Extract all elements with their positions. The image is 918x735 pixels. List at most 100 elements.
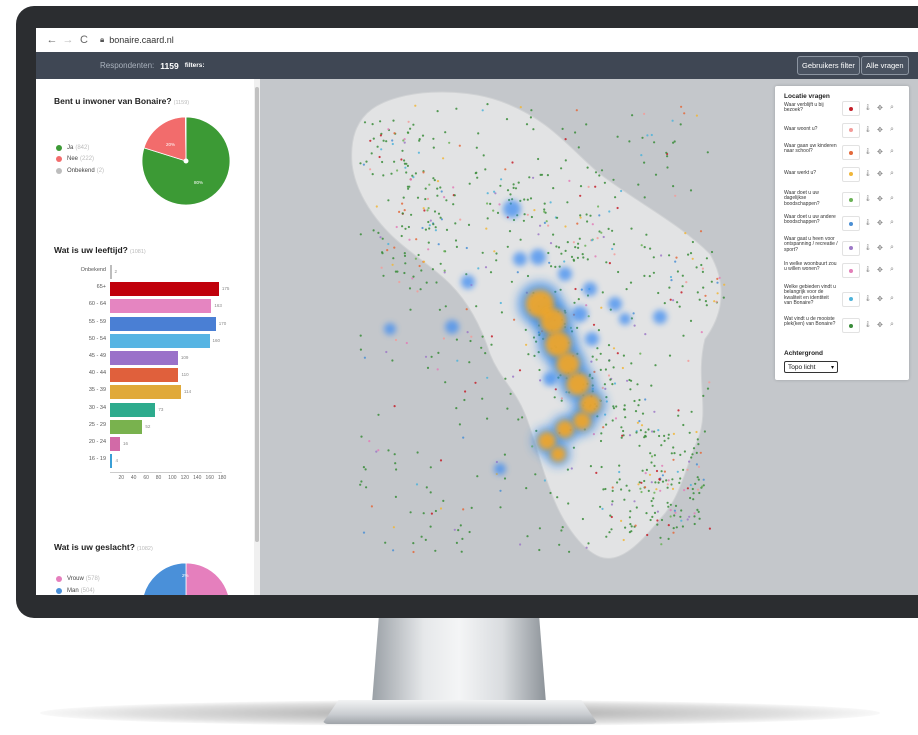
legend-item[interactable]: Nee (222) [56,156,94,162]
zoom-icon[interactable]: ⌕ [890,126,894,134]
bar[interactable] [110,282,219,297]
background-select-value: Topo licht [788,364,816,371]
location-question-label: Welke gebieden vindt u belangrijk voor d… [784,284,836,307]
color-toggle-button[interactable] [842,166,860,182]
bar[interactable] [110,454,113,469]
move-icon[interactable]: ✥ [877,244,883,252]
move-icon[interactable]: ✥ [877,104,883,112]
pie-slice-label: 20% [166,142,176,147]
residency-pie-chart [141,116,231,206]
color-toggle-button[interactable] [842,145,860,161]
legend-label: Nee [67,156,79,162]
bar-value-label: 4 [115,458,118,464]
zoom-icon[interactable]: ⌕ [890,219,894,227]
heatmap-icon[interactable]: 🌡︎ [864,104,872,111]
move-icon[interactable]: ✥ [877,295,883,303]
x-tick-label: 120 [180,475,189,482]
bar[interactable] [110,316,216,331]
move-icon[interactable]: ✥ [877,266,883,274]
bar[interactable] [110,419,143,434]
bar-value-label: 160 [212,337,221,343]
color-toggle-button[interactable] [842,318,860,334]
heatmap-icon[interactable]: 🌡︎ [864,266,872,273]
move-icon[interactable]: ✥ [877,219,883,227]
bar[interactable] [110,265,112,279]
color-toggle-button[interactable] [842,122,860,138]
bar[interactable] [110,368,179,383]
all-questions-button[interactable]: Alle vragen [861,56,909,75]
color-dot [849,128,853,133]
x-tick-label: 80 [155,475,162,482]
monitor-base [322,700,598,724]
color-toggle-button[interactable] [842,291,860,307]
color-toggle-button[interactable] [842,240,860,256]
move-icon[interactable]: ✥ [877,126,883,134]
color-toggle-button[interactable] [842,192,860,208]
color-toggle-button[interactable] [842,216,860,232]
legend-dot [56,145,62,151]
address-bar[interactable]: 🔒︎ bonaire.caard.nl [100,35,174,45]
heatmap-icon[interactable]: 🌡︎ [864,219,872,226]
legend-item[interactable]: Vrouw (578) [56,576,100,582]
monitor-stand [372,615,546,703]
legend-count: (2) [96,168,105,174]
pie-slice[interactable] [185,116,187,162]
bar[interactable] [110,351,178,365]
heatmap-icon[interactable]: 🌡︎ [864,244,872,251]
legend-count: (504) [80,588,95,594]
zoom-icon[interactable]: ⌕ [890,244,894,252]
heatmap-icon[interactable]: 🌡︎ [864,295,872,302]
background-select[interactable]: Topo licht ▾ [784,361,838,373]
color-toggle-button[interactable] [842,263,860,279]
zoom-icon[interactable]: ⌕ [890,195,894,203]
arrow-left-icon[interactable]: ← [44,34,60,46]
zoom-icon[interactable]: ⌕ [890,104,894,112]
question-title: Bent u inwoner van Bonaire? (1159) [54,96,189,106]
location-question-label: Waar werkt u? [784,170,817,176]
user-filter-button[interactable]: Gebruikers filter [797,56,860,75]
reload-icon[interactable]: C [76,34,92,46]
bar[interactable] [110,385,181,400]
bar-category-label: 30 - 34 [88,404,106,411]
respondents-count: 1159 [160,60,179,71]
heatmap-icon[interactable]: 🌡︎ [864,321,872,328]
color-toggle-button[interactable] [842,101,860,117]
move-icon[interactable]: ✥ [877,321,883,329]
bar-value-label: 114 [183,389,192,395]
scrollbar-thumb[interactable] [255,87,259,542]
sidebar: Bent u inwoner van Bonaire? (1159) Ja (842… [36,79,254,595]
screen: ← → C 🔒︎ bonaire.caard.nl Respondenten: … [36,28,918,595]
zoom-icon[interactable]: ⌕ [890,321,894,329]
x-tick-label: 160 [205,475,214,482]
zoom-icon[interactable]: ⌕ [890,266,894,274]
question-title: Wat is uw geslacht? (1082) [54,542,153,552]
zoom-icon[interactable]: ⌕ [890,170,894,178]
question-count: (1082) [136,546,153,552]
question-count: (1081) [129,249,146,255]
bar[interactable] [110,437,120,451]
move-icon[interactable]: ✥ [877,148,883,156]
arrow-right-icon[interactable]: → [60,34,76,46]
pie-slice[interactable] [142,562,187,595]
respondents-label: Respondenten: [100,61,155,70]
legend-item[interactable]: Ja (842) [56,145,89,151]
location-questions-panel: Locatie vragen Waar verblijft u bij bezo… [775,86,909,380]
legend-item[interactable]: Onbekend (2) [56,168,104,174]
heatmap-icon[interactable]: 🌡︎ [864,126,872,133]
zoom-icon[interactable]: ⌕ [890,295,894,303]
heatmap-icon[interactable]: 🌡︎ [864,170,872,177]
legend-dot [56,576,62,582]
move-icon[interactable]: ✥ [877,170,883,178]
move-icon[interactable]: ✥ [877,195,883,203]
legend-item[interactable]: Man (504) [56,588,95,594]
legend-label: Ja [67,145,74,151]
heatmap-icon[interactable]: 🌡︎ [864,148,872,155]
bar[interactable] [110,402,156,417]
heatmap-icon[interactable]: 🌡︎ [864,195,872,202]
bar-category-label: 65+ [96,284,106,291]
browser-toolbar: ← → C 🔒︎ bonaire.caard.nl [36,28,918,53]
bar[interactable] [110,299,212,314]
zoom-icon[interactable]: ⌕ [890,148,894,156]
bar[interactable] [110,333,210,348]
bar-category-label: 16 - 19 [88,456,106,463]
